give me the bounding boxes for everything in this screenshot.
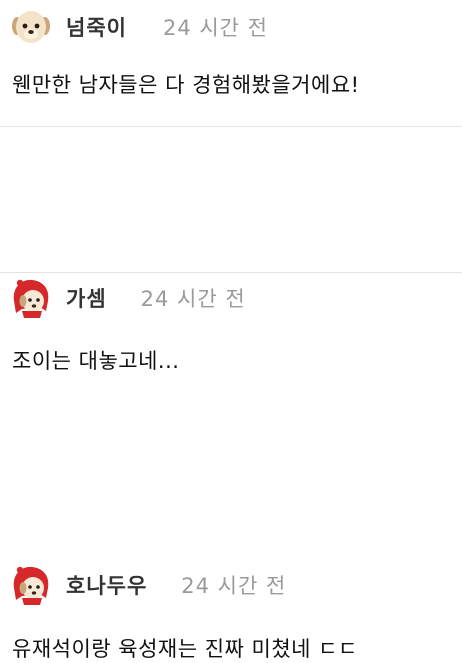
comment-header: 호나두우 24 시간 전 [10,564,286,606]
comment-nickname[interactable]: 넘죽이 [66,12,127,42]
comment-list: 넘죽이 24 시간 전 웬만한 남자들은 다 경험해봤을거에요! 가셈 24 시… [0,0,462,661]
comment-item: 넘죽이 24 시간 전 웬만한 남자들은 다 경험해봤을거에요! [0,0,462,127]
puppy-red-hood-icon[interactable] [10,564,52,606]
comment-header: 넘죽이 24 시간 전 [10,6,268,48]
comment-time: 24 시간 전 [181,574,287,598]
comment-time: 24 시간 전 [162,16,269,40]
comment-nickname[interactable]: 호나두우 [66,570,147,600]
comment-item: 호나두우 24 시간 전 유재석이랑 육성재는 진짜 미쳤네 ㄷㄷ [0,273,462,661]
comment-text: 웬만한 남자들은 다 경험해봤을거에요! [12,73,360,97]
comment-item: 가셈 24 시간 전 조이는 대놓고네... [0,127,462,373]
comment-text: 유재석이랑 육성재는 진짜 미쳤네 ㄷㄷ [12,637,358,661]
puppy-face-icon[interactable] [10,6,52,48]
